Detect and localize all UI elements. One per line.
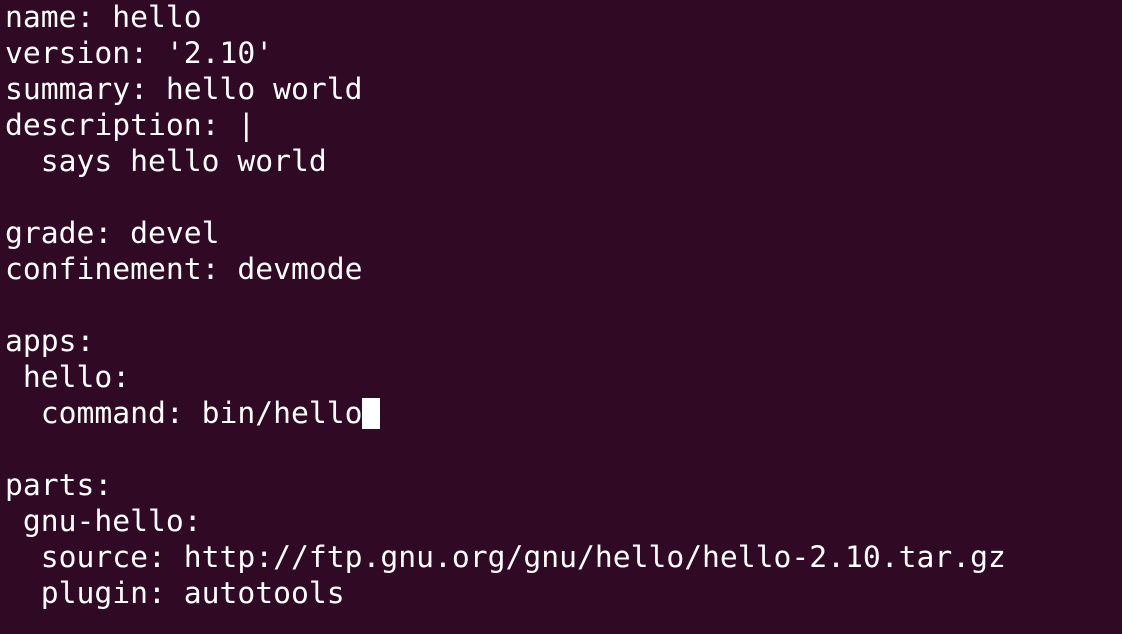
- terminal-line: apps:: [5, 324, 95, 359]
- terminal-window[interactable]: name: hello version: '2.10' summary: hel…: [0, 0, 1122, 634]
- text-cursor: [362, 398, 381, 429]
- terminal-line-text: command: bin/hello: [5, 396, 363, 431]
- terminal-line-with-cursor: command: bin/hello: [5, 396, 1122, 432]
- terminal-line: gnu-hello:: [5, 504, 202, 539]
- terminal-line: source: http://ftp.gnu.org/gnu/hello/hel…: [5, 540, 1006, 575]
- terminal-line: version: '2.10': [5, 36, 274, 71]
- terminal-line: description: |: [5, 108, 256, 143]
- terminal-line: grade: devel: [5, 216, 220, 251]
- terminal-line: says hello world: [5, 144, 327, 179]
- terminal-line: parts:: [5, 468, 113, 503]
- terminal-line: confinement: devmode: [5, 252, 363, 287]
- terminal-line: hello:: [5, 360, 131, 395]
- terminal-line: summary: hello world: [5, 72, 363, 107]
- terminal-line: plugin: autotools: [5, 576, 345, 611]
- terminal-line: name: hello: [5, 0, 202, 35]
